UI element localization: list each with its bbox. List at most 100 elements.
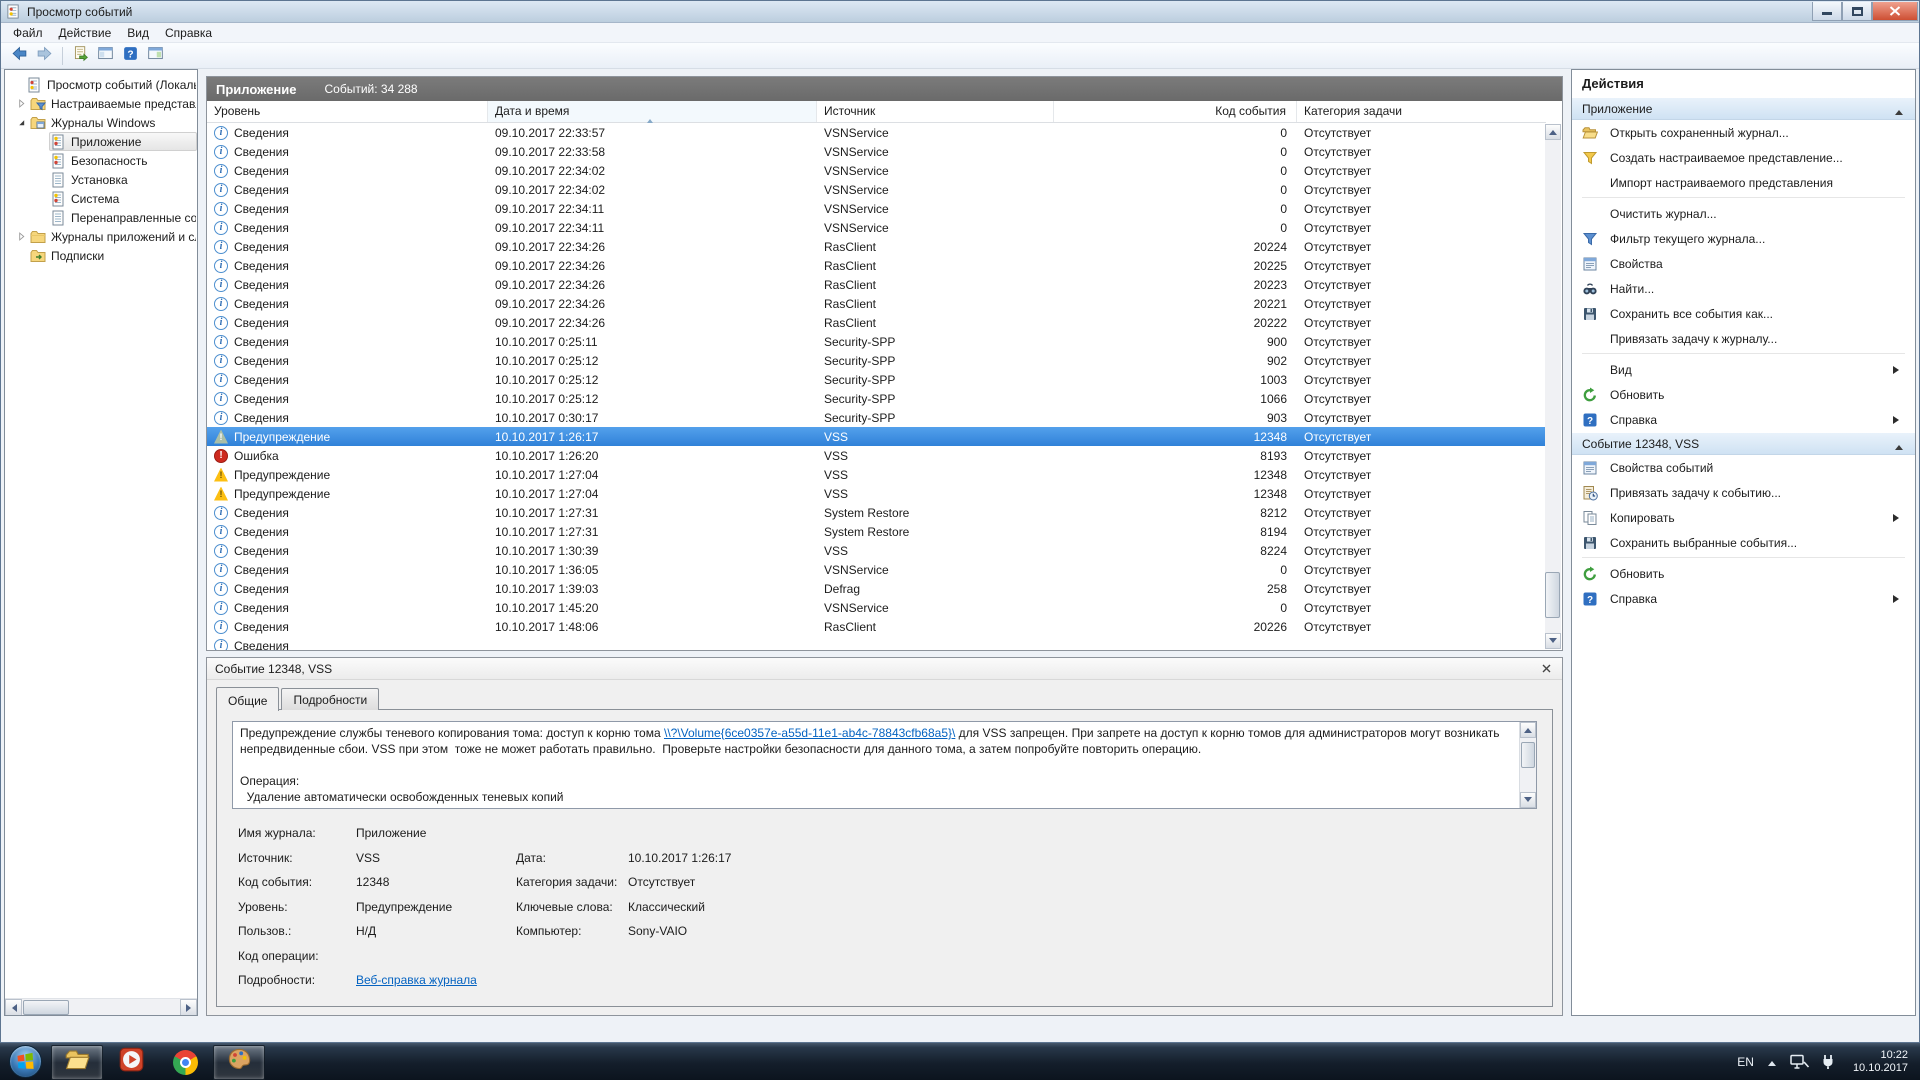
close-button[interactable]	[1872, 2, 1918, 21]
expand-icon[interactable]	[13, 99, 29, 108]
action-item[interactable]: Обновить	[1572, 561, 1915, 586]
event-row[interactable]: i Сведения 10.10.2017 1:27:31 System Restor…	[207, 503, 1546, 522]
power-tray-icon[interactable]	[1820, 1054, 1837, 1070]
scrollbar-thumb[interactable]	[1545, 572, 1560, 618]
scrollbar-thumb[interactable]	[1521, 742, 1535, 768]
scroll-right-button[interactable]	[180, 999, 197, 1015]
action-item[interactable]: ? Справка	[1572, 586, 1915, 611]
description-scrollbar[interactable]	[1519, 722, 1536, 808]
clock[interactable]: 10:22 10.10.2017	[1853, 1049, 1908, 1075]
menu-item[interactable]: Файл	[5, 24, 51, 42]
action-item[interactable]: ? Справка	[1572, 407, 1915, 432]
event-row[interactable]: i Сведения 09.10.2017 22:34:02 VSNService 0 О…	[207, 180, 1546, 199]
title-bar[interactable]: Просмотр событий	[1, 1, 1919, 23]
event-row[interactable]: ! Ошибка 10.10.2017 1:26:20 VSS 8193 Отсутств…	[207, 446, 1546, 465]
column-header[interactable]: Код события	[1054, 101, 1297, 122]
scroll-left-button[interactable]	[5, 999, 22, 1015]
event-row[interactable]: i Сведения 10.10.2017 1:45:20 VSNService 0 От…	[207, 598, 1546, 617]
collapse-section-icon[interactable]	[1895, 106, 1903, 115]
tree-item[interactable]: Перенаправленные соб	[5, 208, 197, 227]
event-row[interactable]: i Сведения 10.10.2017 0:25:11 Security-SPP 9…	[207, 332, 1546, 351]
event-row[interactable]: i Сведения 10.10.2017 0:25:12 Security-SPP 1…	[207, 389, 1546, 408]
close-details-icon[interactable]	[1538, 661, 1554, 677]
event-row[interactable]: i Сведения 10.10.2017 1:27:31 System Restor…	[207, 522, 1546, 541]
tree-item[interactable]: Просмотр событий (Локальны	[5, 75, 197, 94]
taskbar-explorer-button[interactable]	[51, 1044, 103, 1080]
collapse-section-icon[interactable]	[1895, 441, 1903, 450]
action-item[interactable]: Импорт настраиваемого представления	[1572, 170, 1915, 195]
maximize-button[interactable]	[1842, 2, 1872, 21]
action-item[interactable]: Обновить	[1572, 382, 1915, 407]
action-item[interactable]: Сохранить все события как...	[1572, 301, 1915, 326]
event-list-scrollbar[interactable]	[1545, 124, 1561, 649]
tree-item[interactable]: Безопасность	[5, 151, 197, 170]
event-row[interactable]: ! Предупреждение 10.10.2017 1:27:04 VSS 1234…	[207, 465, 1546, 484]
show-hidden-icons-icon[interactable]	[1767, 1057, 1776, 1066]
event-row[interactable]: i Сведения 09.10.2017 22:34:02 VSNService 0 О…	[207, 161, 1546, 180]
actions-section-header[interactable]: Приложение	[1572, 97, 1915, 120]
event-row[interactable]: i Сведения 09.10.2017 22:34:26 RasClient 202…	[207, 256, 1546, 275]
menu-item[interactable]: Вид	[119, 24, 157, 42]
tree-item[interactable]: Установка	[5, 170, 197, 189]
start-button[interactable]	[9, 1045, 42, 1078]
column-header[interactable]: Уровень	[207, 101, 488, 122]
tree-item[interactable]: Система	[5, 189, 197, 208]
action-item[interactable]: Очистить журнал...	[1572, 201, 1915, 226]
action-item[interactable]: Привязать задачу к журналу...	[1572, 326, 1915, 351]
menu-item[interactable]: Справка	[157, 24, 220, 42]
language-indicator[interactable]: EN	[1737, 1055, 1754, 1069]
tab-general[interactable]: Общие	[216, 687, 280, 711]
expand-icon[interactable]	[13, 232, 29, 241]
tree-horizontal-scrollbar[interactable]	[5, 998, 197, 1015]
event-row[interactable]: ! Предупреждение 10.10.2017 1:26:17 VSS 1234…	[207, 427, 1546, 446]
network-tray-icon[interactable]	[1790, 1054, 1810, 1070]
tree-item[interactable]: Подписки	[5, 246, 197, 265]
event-row[interactable]: i Сведения 10.10.2017 1:36:05 VSNService 0 От…	[207, 560, 1546, 579]
action-item[interactable]: Фильтр текущего журнала...	[1572, 226, 1915, 251]
action-item[interactable]: Копировать	[1572, 505, 1915, 530]
collapse-icon[interactable]	[13, 118, 29, 127]
event-row[interactable]: i Сведения 10.10.2017 1:30:39 VSS 8224 Отсутс…	[207, 541, 1546, 560]
field-value[interactable]: Веб-справка журнала	[356, 973, 516, 987]
event-row[interactable]: i Сведения 09.10.2017 22:34:26 RasClient 202…	[207, 275, 1546, 294]
event-row[interactable]: i Сведения 10.10.2017 0:25:12 Security-SPP 1…	[207, 370, 1546, 389]
event-row[interactable]: i Сведения 09.10.2017 22:33:57 VSNService 0 О…	[207, 123, 1546, 142]
menu-item[interactable]: Действие	[51, 24, 120, 42]
action-item[interactable]: Свойства событий	[1572, 455, 1915, 480]
action-item[interactable]: Открыть сохраненный журнал...	[1572, 120, 1915, 145]
action-item[interactable]: Найти...	[1572, 276, 1915, 301]
action-pane-button[interactable]	[143, 45, 167, 67]
scroll-down-button[interactable]	[1520, 792, 1536, 808]
event-row[interactable]: i Сведения 09.10.2017 22:33:58 VSNService 0 О…	[207, 142, 1546, 161]
event-row[interactable]: i Сведения 09.10.2017 22:34:11 VSNService 0 О…	[207, 218, 1546, 237]
action-item[interactable]: Свойства	[1572, 251, 1915, 276]
scroll-down-button[interactable]	[1545, 633, 1561, 649]
event-row[interactable]: i Сведения 09.10.2017 22:34:26 RasClient 202…	[207, 237, 1546, 256]
scroll-up-button[interactable]	[1520, 722, 1536, 738]
column-header[interactable]: Категория задачи	[1297, 101, 1546, 122]
event-row[interactable]: i Сведения 09.10.2017 22:34:26 RasClient 202…	[207, 294, 1546, 313]
tree-item[interactable]: Настраиваемые представле	[5, 94, 197, 113]
console-window-button[interactable]	[93, 45, 117, 67]
event-row[interactable]: i Сведения 10.10.2017 0:25:12 Security-SPP 9…	[207, 351, 1546, 370]
tree-item[interactable]: Журналы Windows	[5, 113, 197, 132]
taskbar-chrome-button[interactable]	[159, 1045, 211, 1080]
action-item[interactable]: Сохранить выбранные события...	[1572, 530, 1915, 555]
scrollbar-thumb[interactable]	[23, 1000, 69, 1015]
scroll-up-button[interactable]	[1545, 124, 1561, 140]
action-item[interactable]: Привязать задачу к событию...	[1572, 480, 1915, 505]
event-row[interactable]: i Сведения 10.10.2017 1:48:06 RasClient 2022…	[207, 617, 1546, 636]
event-row[interactable]: i Сведения 09.10.2017 22:34:26 RasClient 202…	[207, 313, 1546, 332]
tree-item[interactable]: Приложение	[5, 132, 197, 151]
actions-section-header[interactable]: Событие 12348, VSS	[1572, 432, 1915, 455]
export-button[interactable]	[68, 45, 92, 67]
minimize-button[interactable]	[1812, 2, 1842, 21]
event-row[interactable]: i Сведения 10.10.2017 0:30:17 Security-SPP 9…	[207, 408, 1546, 427]
taskbar-media-player-button[interactable]	[105, 1045, 157, 1080]
event-row[interactable]: i Сведения 09.10.2017 22:34:11 VSNService 0 О…	[207, 199, 1546, 218]
tree-item[interactable]: Журналы приложений и сл	[5, 227, 197, 246]
event-row[interactable]: i Сведения 10.10.2017 1:39:03 Defrag 258 Отсу…	[207, 579, 1546, 598]
action-item[interactable]: Вид	[1572, 357, 1915, 382]
taskbar-palette-button[interactable]	[213, 1044, 265, 1080]
back-button[interactable]	[7, 45, 31, 67]
